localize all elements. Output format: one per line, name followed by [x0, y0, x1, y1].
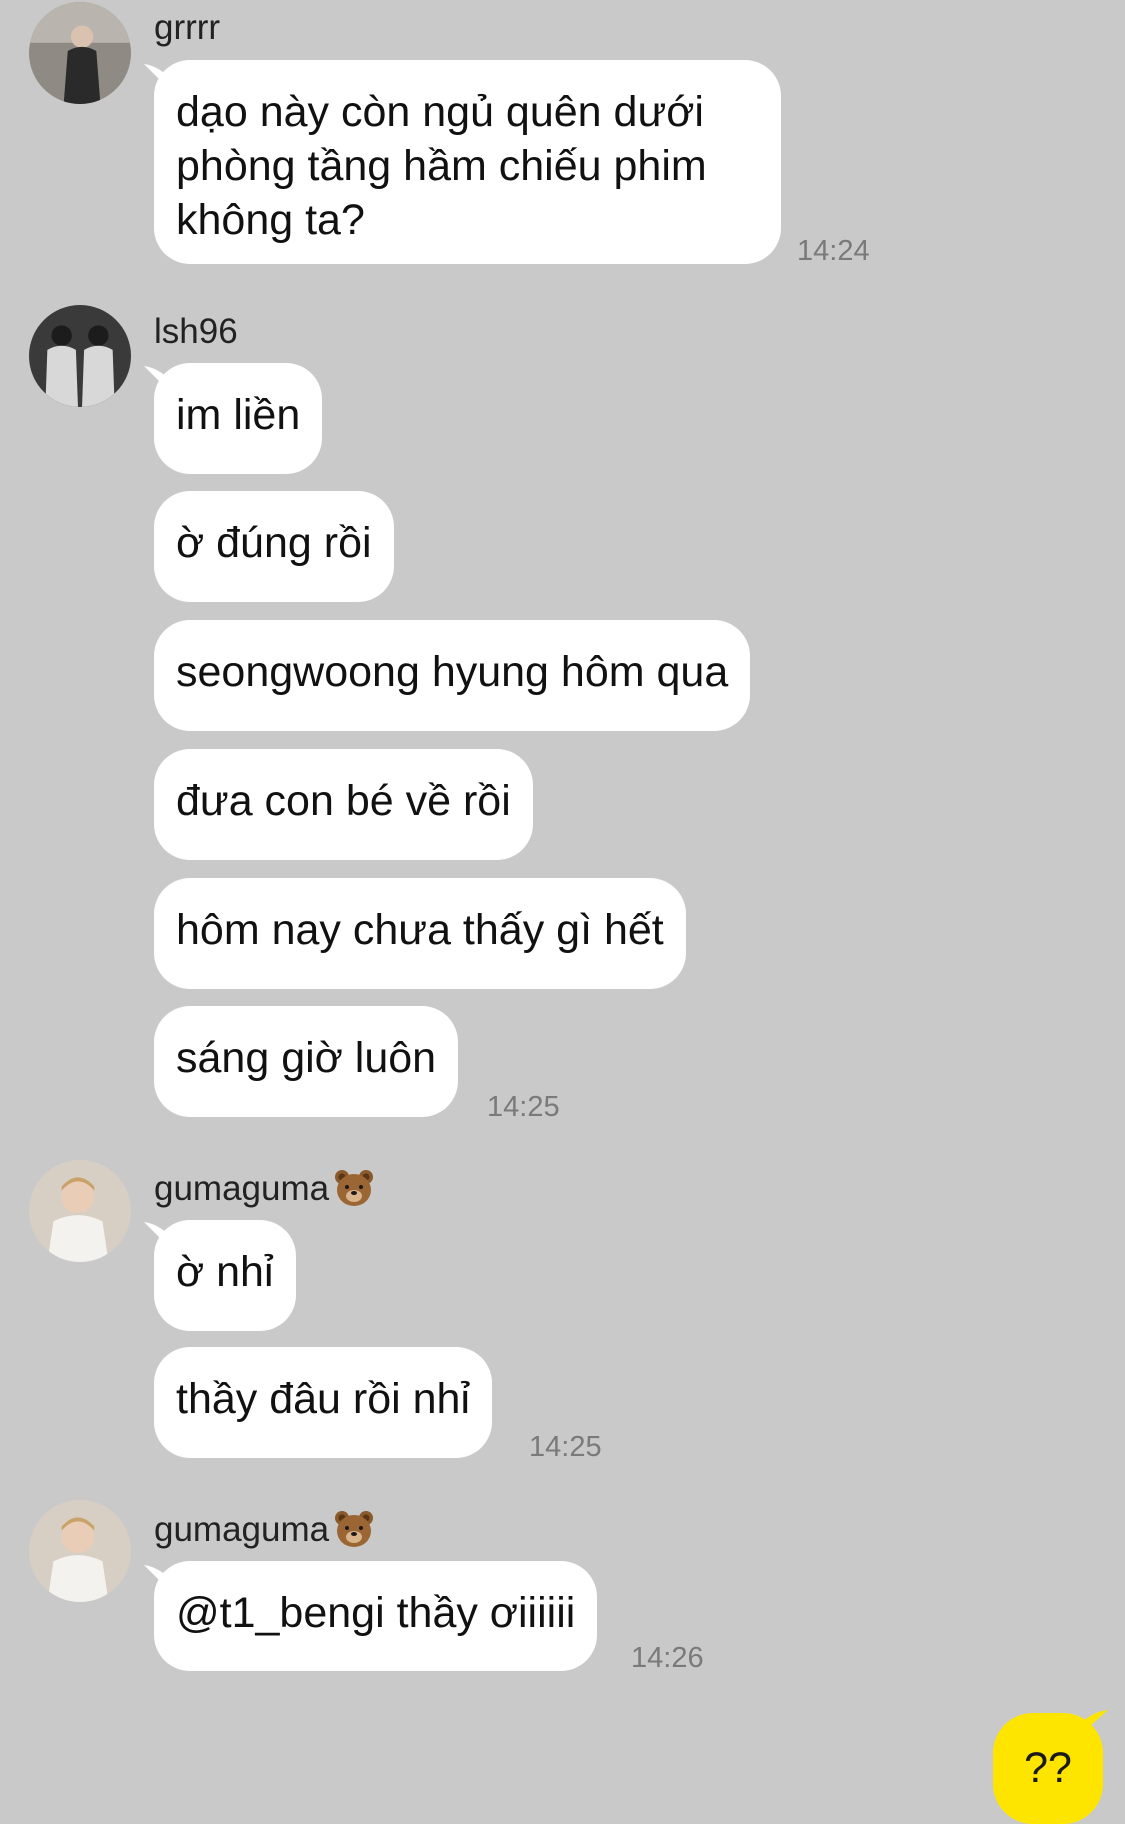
bear-face-icon — [335, 1511, 374, 1547]
sender-name-text: gumaguma — [154, 1510, 330, 1549]
message-bubble[interactable]: ờ nhỉ — [154, 1220, 296, 1331]
message-time: 14:26 — [631, 1642, 704, 1674]
user-avatar-icon — [29, 1160, 131, 1262]
message-bubble[interactable]: dạo này còn ngủ quên dưới phòng tầng hầm… — [154, 60, 781, 264]
avatar-grrrr[interactable] — [29, 2, 131, 104]
user-avatar-icon — [29, 1500, 131, 1602]
sender-name: grrrr — [154, 8, 221, 47]
sender-name-text: gumaguma — [154, 1169, 330, 1208]
message-bubble[interactable]: thầy đâu rồi nhỉ — [154, 1347, 493, 1458]
sender-name: gumaguma — [154, 1168, 375, 1209]
message-time: 14:24 — [797, 235, 870, 267]
message-bubble[interactable]: ờ đúng rồi — [154, 491, 394, 602]
avatar-lsh96[interactable] — [29, 305, 131, 407]
outgoing-message-bubble[interactable]: ?? — [993, 1713, 1103, 1824]
avatar-gumaguma[interactable] — [29, 1160, 131, 1262]
sender-name: gumaguma — [154, 1509, 375, 1550]
message-bubble[interactable]: hôm nay chưa thấy gì hết — [154, 878, 686, 989]
user-avatar-icon — [29, 305, 131, 407]
message-bubble[interactable]: seongwoong hyung hôm qua — [154, 620, 751, 731]
sender-name: lsh96 — [154, 312, 238, 351]
bear-face-icon — [335, 1170, 374, 1206]
message-bubble[interactable]: @t1_bengi thầy ơiiiiii — [154, 1561, 598, 1671]
avatar-gumaguma[interactable] — [29, 1500, 131, 1602]
message-bubble[interactable]: im liền — [154, 363, 323, 474]
chat-message-list[interactable]: grrrr dạo này còn ngủ quên dưới phòng tầ… — [0, 0, 1125, 1824]
message-time: 14:25 — [529, 1431, 602, 1463]
user-avatar-icon — [29, 2, 131, 104]
message-bubble[interactable]: sáng giờ luôn — [154, 1006, 459, 1117]
message-time: 14:25 — [487, 1091, 560, 1123]
message-bubble[interactable]: đưa con bé về rồi — [154, 749, 533, 860]
